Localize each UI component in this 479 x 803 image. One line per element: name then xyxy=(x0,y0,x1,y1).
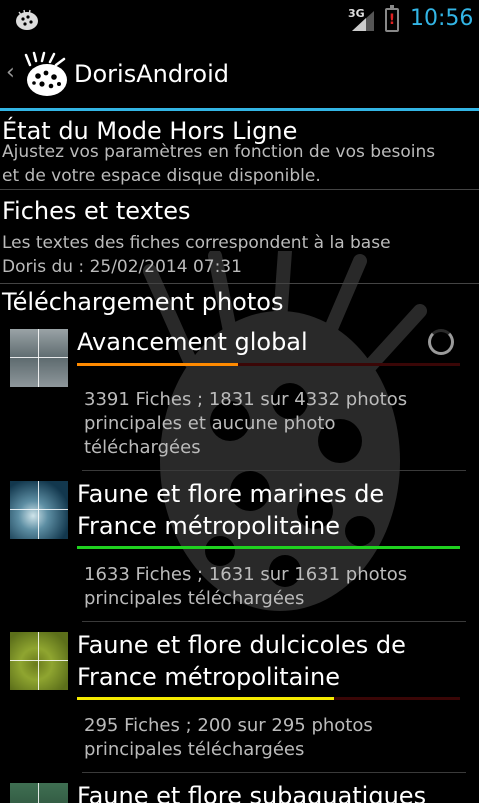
marine-progress-bar xyxy=(77,546,460,549)
global-progress-title: Avancement global xyxy=(77,328,308,356)
freshwater-progress-bar xyxy=(77,697,460,700)
freshwater-progress-bar-fill xyxy=(77,697,334,700)
signal-icon xyxy=(352,11,374,31)
freshwater-title-line1: Faune et flore dulcicoles de xyxy=(77,631,406,659)
divider xyxy=(0,283,479,284)
clock: 10:56 xyxy=(410,6,474,31)
freshwater-thumbnail xyxy=(10,632,68,690)
doris-notification-icon xyxy=(16,9,38,30)
sheets-description-line1: Les textes des fiches correspondent à la… xyxy=(2,233,391,253)
doris-logo-icon[interactable] xyxy=(22,51,70,99)
photos-section-title: Téléchargement photos xyxy=(2,288,284,316)
status-bar: 3G ! 10:56 xyxy=(0,0,479,38)
settings-list[interactable]: État du Mode Hors Ligne Ajustez vos para… xyxy=(0,111,479,803)
offline-mode-description-line2: et de votre espace disque disponible. xyxy=(2,166,321,186)
marine-progress-bar-fill xyxy=(77,546,460,549)
global-progress-desc-line2: principales et aucune photo xyxy=(84,413,336,434)
global-progress-bar xyxy=(77,363,460,366)
battery-alert-icon: ! xyxy=(385,5,399,32)
global-progress-desc-line1: 3391 Fiches ; 1831 sur 4332 photos xyxy=(84,389,408,410)
marine-desc-line2: principales téléchargées xyxy=(84,588,305,609)
sheets-section-title[interactable]: Fiches et textes xyxy=(2,197,190,225)
marine-desc-line1: 1633 Fiches ; 1631 sur 1631 photos xyxy=(84,564,408,585)
global-progress-desc-line3: téléchargées xyxy=(84,437,201,458)
divider xyxy=(0,189,479,190)
action-bar: ‹ DorisAndroid xyxy=(0,38,479,108)
marine-title-line1: Faune et flore marines de xyxy=(77,480,385,508)
divider xyxy=(82,470,466,471)
loading-spinner-icon xyxy=(428,329,454,355)
global-progress-thumbnail xyxy=(10,329,68,387)
divider xyxy=(82,621,466,622)
offline-mode-description-line1: Ajustez vos paramètres en fonction de vo… xyxy=(2,142,436,162)
subaquatic-thumbnail xyxy=(10,783,68,803)
global-progress-bar-fill xyxy=(77,363,238,366)
sheets-description-line2: Doris du : 25/02/2014 07:31 xyxy=(2,257,242,277)
freshwater-desc-line1: 295 Fiches ; 200 sur 295 photos xyxy=(84,715,373,736)
freshwater-desc-line2: principales téléchargées xyxy=(84,739,305,760)
divider xyxy=(82,772,466,773)
freshwater-title-line2: France métropolitaine xyxy=(77,663,341,691)
app-title[interactable]: DorisAndroid xyxy=(74,60,229,88)
chevron-left-icon[interactable]: ‹ xyxy=(6,60,15,85)
subaquatic-title-line1: Faune et flore subaquatiques xyxy=(77,782,427,803)
marine-thumbnail xyxy=(10,481,68,539)
marine-title-line2: France métropolitaine xyxy=(77,512,341,540)
